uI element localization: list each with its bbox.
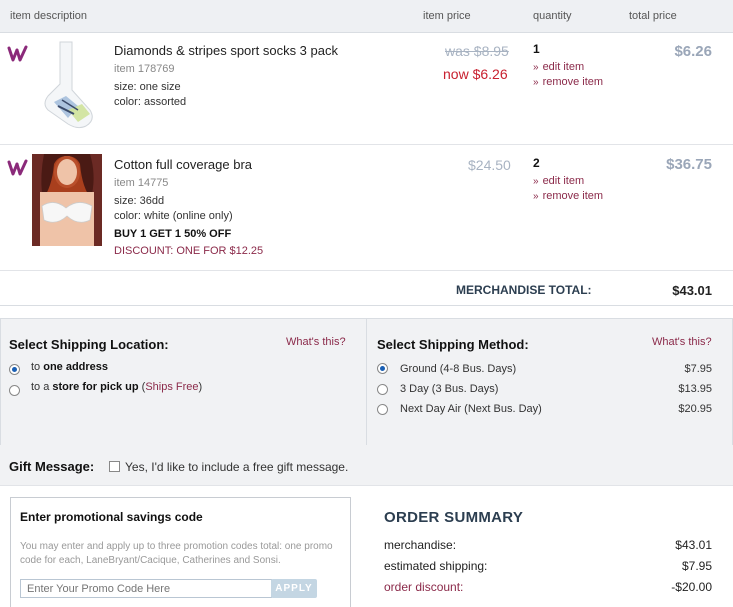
three-day-shipping-radio[interactable] [377, 384, 388, 395]
shipping-location-help-link[interactable]: What's this? [286, 336, 346, 348]
product-color: color: white (online only) [114, 210, 233, 222]
summary-merchandise-value: $43.01 [675, 538, 712, 552]
next-day-shipping-radio[interactable] [377, 404, 388, 415]
double-chevron-right-icon: » [533, 191, 539, 202]
discount-note: DISCOUNT: ONE FOR $12.25 [114, 245, 264, 257]
item-price: $24.50 [468, 157, 511, 173]
cart-table-header [0, 0, 733, 33]
shipping-method-help-link[interactable]: What's this? [652, 336, 712, 348]
double-chevron-right-icon: » [533, 176, 539, 187]
apply-promo-button[interactable]: APPLY [271, 579, 317, 598]
gift-message-label: Gift Message: [9, 459, 95, 474]
ground-shipping-radio[interactable] [377, 363, 388, 374]
product-item-number: item 178769 [114, 63, 175, 75]
ship-to-address-radio[interactable] [9, 364, 20, 375]
merchandise-total-row [0, 271, 733, 306]
quantity-value: 2 [533, 156, 540, 170]
gift-message-checkbox-label[interactable]: Yes, I'd like to include a free gift mes… [125, 460, 348, 474]
summary-shipping-value: $7.95 [681, 559, 712, 573]
item-total-price: $6.26 [674, 43, 712, 60]
ship-to-address-label[interactable]: to one address [31, 361, 108, 373]
promo-code-description: You may enter and apply up to three prom… [20, 541, 333, 566]
sale-price: now $6.26 [443, 66, 508, 82]
double-chevron-right-icon: » [533, 77, 539, 88]
shipping-method-title: Select Shipping Method: [377, 337, 529, 352]
product-name[interactable]: Diamonds & stripes sport socks 3 pack [114, 43, 338, 58]
product-image-socks[interactable] [38, 40, 100, 132]
order-summary-title: ORDER SUMMARY [384, 509, 524, 526]
header-item-price: item price [423, 10, 471, 22]
ship-to-store-label[interactable]: to a store for pick up (Ships Free) [31, 381, 202, 393]
merchandise-total-value: $43.01 [672, 283, 712, 298]
merchandise-total-label: MERCHANDISE TOTAL: [456, 283, 592, 297]
next-day-shipping-label[interactable]: Next Day Air (Next Bus. Day) [400, 403, 542, 415]
summary-discount-value: -$20.00 [671, 580, 712, 594]
ground-shipping-label[interactable]: Ground (4-8 Bus. Days) [400, 363, 516, 375]
original-price: was $8.95 [445, 43, 509, 59]
gift-message-checkbox[interactable] [109, 461, 120, 472]
remove-item-link[interactable]: » remove item [533, 190, 603, 202]
three-day-shipping-label[interactable]: 3 Day (3 Bus. Days) [400, 383, 498, 395]
summary-merchandise-label: merchandise: [384, 538, 457, 552]
header-total-price: total price [629, 10, 677, 22]
promo-code-title: Enter promotional savings code [20, 510, 203, 524]
header-quantity: quantity [533, 10, 572, 22]
summary-discount-label: order discount: [384, 580, 464, 594]
three-day-shipping-price: $13.95 [678, 383, 712, 395]
remove-item-link[interactable]: » remove item [533, 76, 603, 88]
brand-logo-icon [7, 45, 28, 62]
product-size: size: one size [114, 81, 181, 93]
product-item-number: item 14775 [114, 177, 169, 189]
quantity-value: 1 [533, 42, 540, 56]
promo-offer: BUY 1 GET 1 50% OFF [114, 228, 232, 240]
product-size: size: 36dd [114, 195, 165, 207]
header-item-description: item description [10, 10, 88, 22]
shipping-location-title: Select Shipping Location: [9, 337, 169, 352]
promo-code-input[interactable] [20, 579, 272, 598]
item-total-price: $36.75 [666, 156, 712, 173]
edit-item-link[interactable]: » edit item [533, 61, 584, 73]
product-color: color: assorted [114, 96, 187, 108]
summary-shipping-label: estimated shipping: [384, 559, 488, 573]
ground-shipping-price: $7.95 [684, 363, 712, 375]
edit-item-link[interactable]: » edit item [533, 175, 584, 187]
double-chevron-right-icon: » [533, 62, 539, 73]
next-day-shipping-price: $20.95 [678, 403, 712, 415]
product-name[interactable]: Cotton full coverage bra [114, 157, 252, 172]
product-image-bra[interactable] [32, 154, 102, 246]
brand-logo-icon [7, 159, 28, 176]
ship-to-store-radio[interactable] [9, 385, 20, 396]
